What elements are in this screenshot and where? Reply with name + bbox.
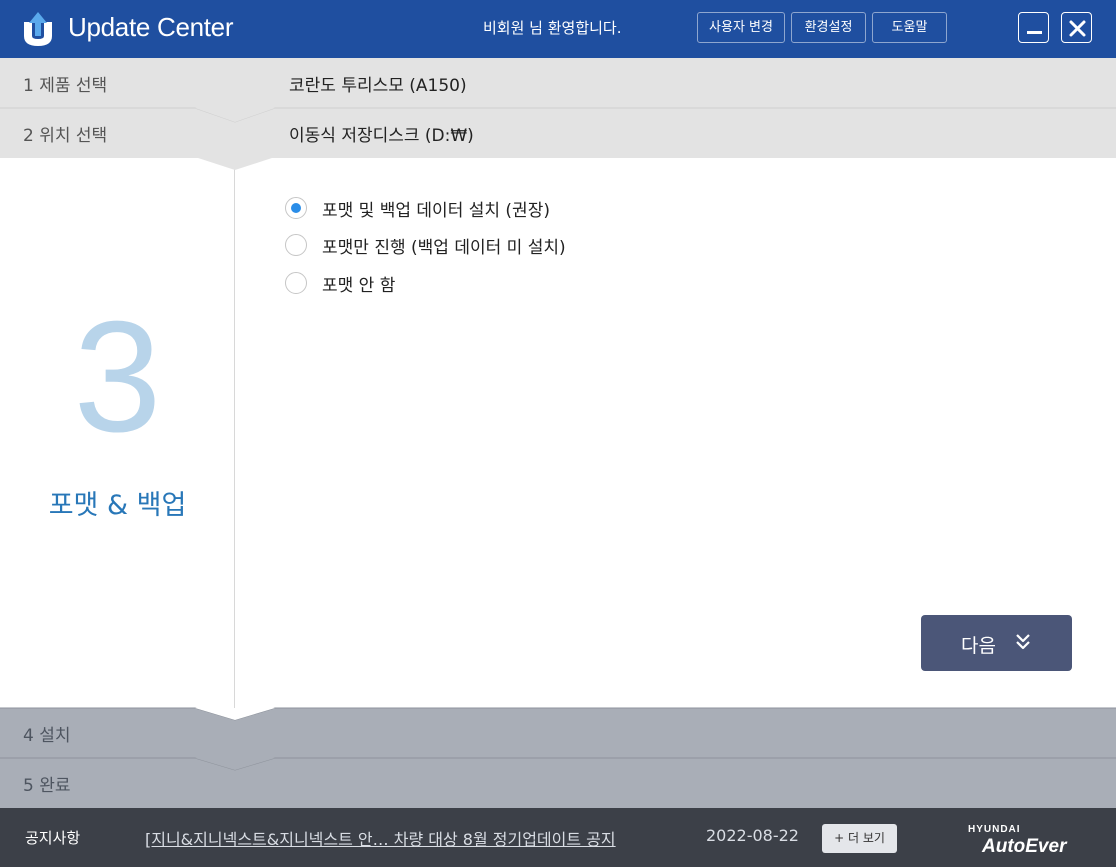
option-label: 포맷만 진행 (백업 데이터 미 설치) (322, 238, 566, 258)
minimize-button[interactable] (1018, 12, 1049, 43)
update-logo-icon (24, 12, 52, 46)
step-name: 포맷 & 백업 (48, 490, 187, 521)
step-1-product[interactable]: 1 제품 선택 코란도 투리스모 (A150) (0, 58, 1116, 108)
next-button[interactable]: 다음 (921, 615, 1072, 671)
radio-button[interactable] (285, 234, 307, 256)
step-5-label: 5 완료 (23, 776, 71, 796)
step-4-label: 4 설치 (23, 726, 71, 746)
brand-logo-top: HYUNDAI (968, 824, 1021, 835)
notice-title: 공지사항 (25, 829, 81, 847)
title-bar: Update Center 비회원 님 환영합니다. 사용자 변경 환경설정 도… (0, 0, 1116, 58)
notice-link[interactable]: [지니&지니넥스트&지니넥스트 안… 차량 대상 8월 정기업데이트 공지 (145, 826, 616, 850)
radio-button[interactable] (285, 272, 307, 294)
more-button[interactable]: + 더 보기 (822, 824, 897, 853)
close-button[interactable] (1061, 12, 1092, 43)
step-1-label: 1 제품 선택 (23, 76, 108, 96)
step-divider (0, 107, 1116, 123)
minimize-icon (1027, 31, 1042, 34)
change-user-button[interactable]: 사용자 변경 (697, 12, 785, 43)
welcome-message: 비회원 님 환영합니다. (483, 19, 622, 37)
double-chevron-down-icon (1016, 634, 1030, 650)
current-step-panel: 3 포맷 & 백업 (0, 158, 235, 708)
step-2-value: 이동식 저장디스크 (D:₩) (289, 126, 474, 146)
step-1-value: 코란도 투리스모 (A150) (289, 76, 467, 96)
option-label: 포맷 및 백업 데이터 설치 (권장) (322, 201, 550, 221)
step-3-content: 3 포맷 & 백업 포맷 및 백업 데이터 설치 (권장) 포맷만 진행 (백업… (0, 158, 1116, 708)
notice-date: 2022-08-22 (706, 826, 799, 845)
content-notch (0, 707, 1116, 721)
close-icon (1069, 20, 1086, 37)
next-button-label: 다음 (961, 635, 996, 657)
settings-button[interactable]: 환경설정 (791, 12, 866, 43)
step-number: 3 (73, 289, 162, 465)
app-title: Update Center (68, 12, 234, 42)
step-divider (0, 757, 1116, 771)
option-label: 포맷 안 함 (322, 276, 396, 296)
brand-logo: AutoEver (982, 836, 1067, 857)
step-2-label: 2 위치 선택 (23, 126, 108, 146)
help-button[interactable]: 도움말 (872, 12, 947, 43)
radio-button-checked[interactable] (285, 197, 307, 219)
step-2-notch (195, 157, 275, 170)
footer-notice-bar: 공지사항 [지니&지니넥스트&지니넥스트 안… 차량 대상 8월 정기업데이트 … (0, 808, 1116, 867)
